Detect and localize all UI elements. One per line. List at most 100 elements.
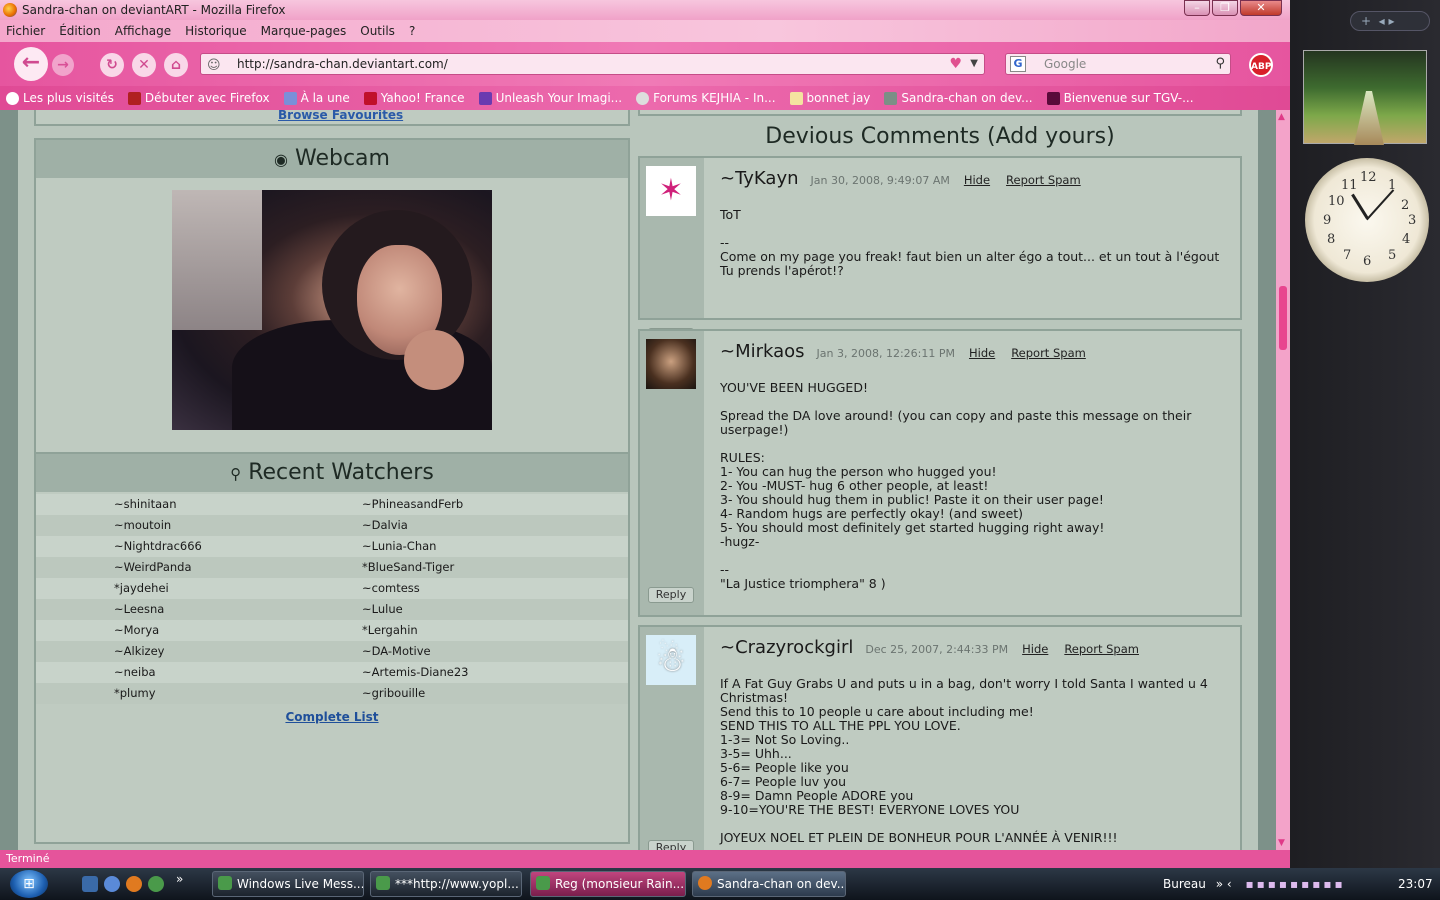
bookmark-heart-icon[interactable]: ♥	[949, 54, 962, 74]
navigation-toolbar: ← → ↻ ✕ ⌂ ☺ http://sandra-chan.deviantar…	[0, 42, 1290, 86]
google-engine-icon[interactable]: G	[1010, 56, 1026, 72]
watcher-link[interactable]: ~gribouille	[362, 683, 610, 704]
menu-affichage[interactable]: Affichage	[115, 24, 171, 38]
complete-list-link[interactable]: Complete List	[36, 710, 628, 724]
task-reg[interactable]: Reg (monsieur Rain...	[530, 871, 686, 897]
url-dropdown-icon[interactable]: ▼	[970, 54, 978, 74]
scrollbar-thumb[interactable]	[1279, 286, 1287, 350]
watcher-link[interactable]: ~Alkizey	[114, 641, 362, 662]
menu-outils[interactable]: Outils	[360, 24, 395, 38]
comments-title: Devious Comments (Add yours)	[765, 124, 1115, 149]
hide-link[interactable]: Hide	[964, 173, 990, 187]
tray-expand-icon[interactable]: » ‹	[1216, 877, 1232, 891]
hide-link[interactable]: Hide	[1022, 642, 1048, 656]
watchers-icon: ⚲	[230, 465, 242, 483]
maximize-button[interactable]: ❐	[1212, 0, 1238, 16]
hour-hand	[1351, 193, 1369, 219]
gadget-controls[interactable]: + ◂ ▸	[1350, 11, 1430, 31]
page-icon	[478, 91, 492, 105]
watcher-link[interactable]: *jaydehei	[114, 578, 362, 599]
watcher-link[interactable]: ~comtess	[362, 578, 610, 599]
watcher-link[interactable]: *Lergahin	[362, 620, 610, 641]
watcher-link[interactable]: ~DA-Motive	[362, 641, 610, 662]
reply-button[interactable]: Reply	[648, 840, 694, 850]
watcher-link[interactable]: ~neiba	[114, 662, 362, 683]
comment-author[interactable]: ~TyKayn	[720, 170, 799, 188]
back-button[interactable]: ←	[14, 47, 48, 81]
start-button[interactable]: ⊞	[10, 870, 48, 898]
clock-gadget[interactable]: 12 1 2 3 4 5 6 7 8 9 10 11	[1305, 158, 1429, 282]
home-button[interactable]: ⌂	[164, 53, 188, 77]
watcher-link[interactable]: ~Lulue	[362, 599, 610, 620]
tray-icons[interactable]: ▪▪▪▪▪▪▪▪▪	[1245, 877, 1345, 891]
bookmark-kejhia[interactable]: Forums KEJHIA - In...	[636, 91, 776, 105]
watcher-link[interactable]: *plumy	[114, 683, 362, 704]
watchers-header: ⚲ Recent Watchers	[36, 454, 628, 492]
watcher-row: ~moutoin ~Dalvia	[36, 515, 628, 536]
watcher-link[interactable]: ~shinitaan	[114, 494, 362, 515]
hide-link[interactable]: Hide	[969, 346, 995, 360]
comment-author[interactable]: ~Crazyrockgirl	[720, 639, 853, 657]
forward-button[interactable]: →	[52, 54, 74, 76]
close-button[interactable]: ✕	[1240, 0, 1282, 16]
search-input[interactable]: G Google ⚲	[1005, 53, 1231, 75]
page-scrollbar[interactable]: ▲ ▼	[1276, 110, 1290, 850]
bookmark-unleash[interactable]: Unleash Your Imagi...	[478, 91, 622, 105]
stop-button[interactable]: ✕	[132, 53, 156, 77]
bookmark-most-visited[interactable]: Les plus visités	[6, 91, 114, 105]
report-spam-link[interactable]: Report Spam	[1011, 346, 1086, 360]
scroll-down-icon[interactable]: ▼	[1278, 838, 1285, 848]
firefox-icon[interactable]	[126, 876, 142, 892]
bookmark-tgv[interactable]: Bienvenue sur TGV-...	[1046, 91, 1194, 105]
comment-date: Dec 25, 2007, 2:44:33 PM	[865, 643, 1009, 656]
task-firefox[interactable]: Sandra-chan on dev...	[692, 871, 846, 897]
reply-button[interactable]: Reply	[648, 587, 694, 603]
menu-fichier[interactable]: Fichier	[6, 24, 45, 38]
watcher-link[interactable]: ~Nightdrac666	[114, 536, 362, 557]
menu-edition[interactable]: Édition	[59, 24, 101, 38]
avatar[interactable]: ✶	[646, 166, 696, 216]
task-yopl[interactable]: ***http://www.yopl...	[370, 871, 522, 897]
watcher-link[interactable]: ~Lunia-Chan	[362, 536, 610, 557]
watcher-link[interactable]: ~WeirdPanda	[114, 557, 362, 578]
window-title: Sandra-chan on deviantART - Mozilla Fire…	[22, 3, 286, 17]
quicklaunch-more-icon[interactable]: »	[176, 872, 183, 886]
reload-button[interactable]: ↻	[100, 53, 124, 77]
avatar[interactable]: ☃	[646, 635, 696, 685]
watcher-link[interactable]: ~Morya	[114, 620, 362, 641]
taskbar-clock[interactable]: 23:07	[1398, 868, 1433, 900]
report-spam-link[interactable]: Report Spam	[1064, 642, 1139, 656]
menu-marque-pages[interactable]: Marque-pages	[261, 24, 347, 38]
menu-help[interactable]: ?	[409, 24, 415, 38]
ie-icon[interactable]	[104, 876, 120, 892]
webcam-photo[interactable]	[172, 190, 492, 430]
task-messenger[interactable]: Windows Live Mess...	[212, 871, 364, 897]
bookmark-yahoo[interactable]: Yahoo! France	[363, 91, 465, 105]
watcher-row: *jaydehei ~comtess	[36, 578, 628, 599]
watcher-row: ~WeirdPanda *BlueSand-Tiger	[36, 557, 628, 578]
messenger-icon[interactable]	[148, 876, 164, 892]
watcher-link[interactable]: ~PhineasandFerb	[362, 494, 610, 515]
adblock-icon[interactable]: ABP	[1249, 53, 1273, 77]
minimize-button[interactable]: –	[1184, 0, 1210, 16]
browse-favourites-link[interactable]: Browse Favourites	[278, 110, 403, 122]
bookmark-bonnet-jay[interactable]: bonnet jay	[789, 91, 870, 105]
bookmark-sandra-chan[interactable]: Sandra-chan on dev...	[884, 91, 1033, 105]
watcher-link[interactable]: *BlueSand-Tiger	[362, 557, 610, 578]
url-bar[interactable]: ☺ http://sandra-chan.deviantart.com/ ♥ ▼	[200, 53, 985, 75]
report-spam-link[interactable]: Report Spam	[1006, 173, 1081, 187]
scroll-up-icon[interactable]: ▲	[1278, 112, 1285, 122]
watcher-link[interactable]: ~Leesna	[114, 599, 362, 620]
show-desktop-icon[interactable]	[82, 876, 98, 892]
comment-author[interactable]: ~Mirkaos	[720, 343, 805, 361]
watcher-link[interactable]: ~Artemis-Diane23	[362, 662, 610, 683]
bookmark-news[interactable]: À la une	[283, 91, 350, 105]
bookmark-firefox-start[interactable]: Débuter avec Firefox	[127, 91, 270, 105]
watcher-link[interactable]: ~Dalvia	[362, 515, 610, 536]
desktop-toolbar-label[interactable]: Bureau	[1163, 877, 1206, 891]
watcher-link[interactable]: ~moutoin	[114, 515, 362, 536]
slideshow-gadget[interactable]	[1303, 50, 1427, 145]
avatar[interactable]	[646, 339, 696, 389]
menu-historique[interactable]: Historique	[185, 24, 247, 38]
search-icon[interactable]: ⚲	[1215, 54, 1225, 74]
